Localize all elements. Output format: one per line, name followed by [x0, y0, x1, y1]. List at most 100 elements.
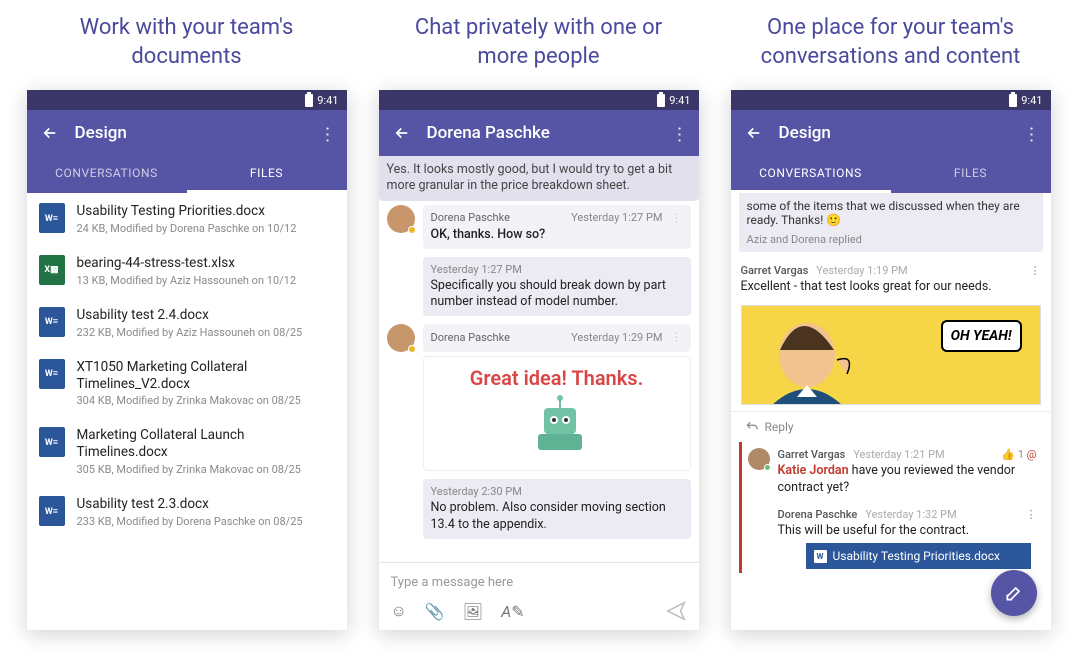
timestamp: Yesterday 1:19 PM [816, 264, 907, 277]
file-meta: 24 KB, Modified by Dorena Paschke on 10/… [77, 222, 335, 235]
chat-messages[interactable]: Yes. It looks mostly good, but I would t… [379, 156, 699, 562]
sticker-message[interactable]: Great idea! Thanks. [423, 356, 691, 471]
overflow-menu[interactable]: ⋯ [668, 125, 689, 141]
status-time: 9:41 [1021, 94, 1042, 107]
tab-conversations[interactable]: CONVERSATIONS [27, 156, 187, 193]
status-bar: 9:41 [379, 90, 699, 110]
timestamp: Yesterday 1:21 PM [853, 448, 944, 461]
reply-button[interactable]: Reply [731, 411, 1051, 442]
files-list[interactable]: W≡ Usability Testing Priorities.docx 24 KB… [27, 193, 347, 630]
file-meta: 305 KB, Modified by Zrinka Makovac on 08… [77, 463, 335, 476]
file-meta: 232 KB, Modified by Aziz Hassouneh on 08… [77, 326, 335, 339]
file-attachment[interactable]: W Usability Testing Priorities.docx [806, 543, 1031, 569]
file-row[interactable]: W≡Usability test 2.4.docx232 KB, Modifie… [27, 297, 347, 349]
message-body: Specifically you should break down by pa… [431, 278, 683, 311]
app-bar: Design ⋯ [731, 110, 1051, 156]
message-sender: Dorena Paschke [431, 331, 510, 344]
conversation-feed[interactable]: some of the items that we discussed when… [731, 193, 1051, 630]
send-icon[interactable] [665, 600, 687, 622]
tab-conversations[interactable]: CONVERSATIONS [731, 156, 891, 193]
file-name: Usability test 2.3.docx [77, 496, 335, 513]
mention[interactable]: Katie Jordan [778, 463, 849, 478]
avatar[interactable] [748, 448, 770, 470]
back-button[interactable] [39, 122, 61, 144]
file-meta: 304 KB, Modified by Zrinka Makovac on 08… [77, 394, 335, 407]
headline-3: One place for your team's conversations … [731, 0, 1051, 90]
screen-title: Design [75, 123, 319, 143]
message-body: OK, thanks. How so? [431, 227, 683, 243]
headline-1: Work with your team's documents [27, 0, 347, 90]
file-row[interactable]: W≡Marketing Collateral Launch Timelines.… [27, 417, 347, 486]
message-body: This will be useful for the contract. [778, 523, 1037, 539]
file-row[interactable]: W≡ XT1050 Marketing Collateral Timelines_… [27, 349, 347, 418]
avatar[interactable] [387, 205, 415, 233]
status-bar: 9:41 [27, 90, 347, 110]
message-time: Yesterday 1:27 PM [431, 263, 522, 276]
message-menu-icon[interactable]: ⋮ [1026, 508, 1037, 521]
overflow-menu[interactable]: ⋯ [1020, 125, 1041, 141]
message-time: Yesterday 2:30 PM [431, 485, 522, 498]
excel-file-icon: X▦ [39, 255, 65, 285]
file-row[interactable]: W≡ Usability test 2.3.docx 233 KB, Modifie… [27, 486, 347, 538]
headline-2: Chat privately with one or more people [379, 0, 699, 90]
app-bar: Dorena Paschke ⋯ [379, 110, 699, 156]
file-row[interactable]: W≡ Usability Testing Priorities.docx 24 KB… [27, 193, 347, 245]
phone-chat: 9:41 Dorena Paschke ⋯ Yes. It looks most… [379, 90, 699, 630]
compose-area: Type a message here ☺ 📎 🖼 A✎ [379, 562, 699, 630]
file-meta: 233 KB, Modified by Dorena Paschke on 08… [77, 515, 335, 528]
file-row[interactable]: X▦ bearing-44-stress-test.xlsx 13 KB, Modi… [27, 245, 347, 297]
file-name: Usability Testing Priorities.docx [77, 203, 335, 220]
thread-card[interactable]: some of the items that we discussed when… [739, 193, 1043, 252]
emoji-icon[interactable]: ☺ [391, 601, 407, 621]
status-time: 9:41 [669, 94, 690, 107]
app-bar: Design ⋯ [27, 110, 347, 156]
message-input[interactable]: Type a message here [389, 569, 689, 596]
replies-summary[interactable]: Aziz and Dorena replied [747, 233, 1035, 246]
comic-speech-bubble: OH YEAH! [941, 320, 1022, 352]
overflow-menu[interactable]: ⋯ [316, 125, 337, 141]
message-menu-icon[interactable]: ⋮ [671, 211, 683, 225]
format-icon[interactable]: A✎ [501, 602, 525, 621]
status-time: 9:41 [317, 94, 338, 107]
image-icon[interactable]: 🖼 [463, 602, 483, 621]
status-bar: 9:41 [731, 90, 1051, 110]
back-button[interactable] [391, 122, 413, 144]
word-file-icon: W≡ [39, 307, 65, 337]
file-meta: 13 KB, Modified by Aziz Hassouneh on 10/… [77, 274, 335, 287]
comic-person-icon [742, 305, 902, 405]
file-name: XT1050 Marketing Collateral Timelines_V2… [77, 359, 335, 393]
message-bubble[interactable]: Yes. It looks mostly good, but I would t… [379, 156, 699, 201]
word-file-icon: W≡ [39, 203, 65, 233]
word-file-icon: W≡ [39, 359, 65, 389]
phone-conversations: 9:41 Design ⋯ CONVERSATIONS FILES some o… [731, 90, 1051, 630]
like-icon[interactable]: 👍 1 [1001, 448, 1024, 461]
message-menu-icon[interactable]: ⋮ [671, 330, 683, 344]
compose-fab[interactable] [991, 570, 1037, 616]
tab-files[interactable]: FILES [891, 156, 1051, 193]
attach-icon[interactable]: 📎 [425, 602, 445, 621]
phone-files: 9:41 Design ⋯ CONVERSATIONS FILES W≡Usab… [27, 90, 347, 630]
author-name: Garret Vargas [741, 264, 809, 277]
file-name: bearing-44-stress-test.xlsx [77, 255, 335, 272]
mention-count[interactable]: @ [1027, 448, 1037, 461]
robot-sticker-icon [526, 390, 596, 460]
battery-icon [657, 94, 665, 107]
gif-attachment[interactable]: OH YEAH! [741, 305, 1041, 405]
message-body: Katie Jordan have you reviewed the vendo… [778, 463, 1037, 496]
message-body: Excellent - that test looks great for ou… [741, 279, 1041, 295]
back-button[interactable] [743, 122, 765, 144]
message-time: Yesterday 1:29 PM [571, 331, 662, 344]
screen-title: Design [779, 123, 1023, 143]
tab-bar: CONVERSATIONS FILES [731, 156, 1051, 193]
tab-files[interactable]: FILES [187, 156, 347, 193]
message-sender: Dorena Paschke [431, 211, 510, 224]
file-name: Marketing Collateral Launch Timelines.do… [77, 427, 335, 461]
timestamp: Yesterday 1:32 PM [865, 508, 956, 521]
avatar[interactable] [387, 324, 415, 352]
word-file-icon: W≡ [39, 496, 65, 526]
reply-icon [745, 420, 759, 434]
message-menu-icon[interactable]: ⋮ [1030, 264, 1041, 277]
battery-icon [1009, 94, 1017, 107]
message-body: No problem. Also consider moving section… [431, 500, 683, 533]
author-name: Dorena Paschke [778, 508, 858, 521]
